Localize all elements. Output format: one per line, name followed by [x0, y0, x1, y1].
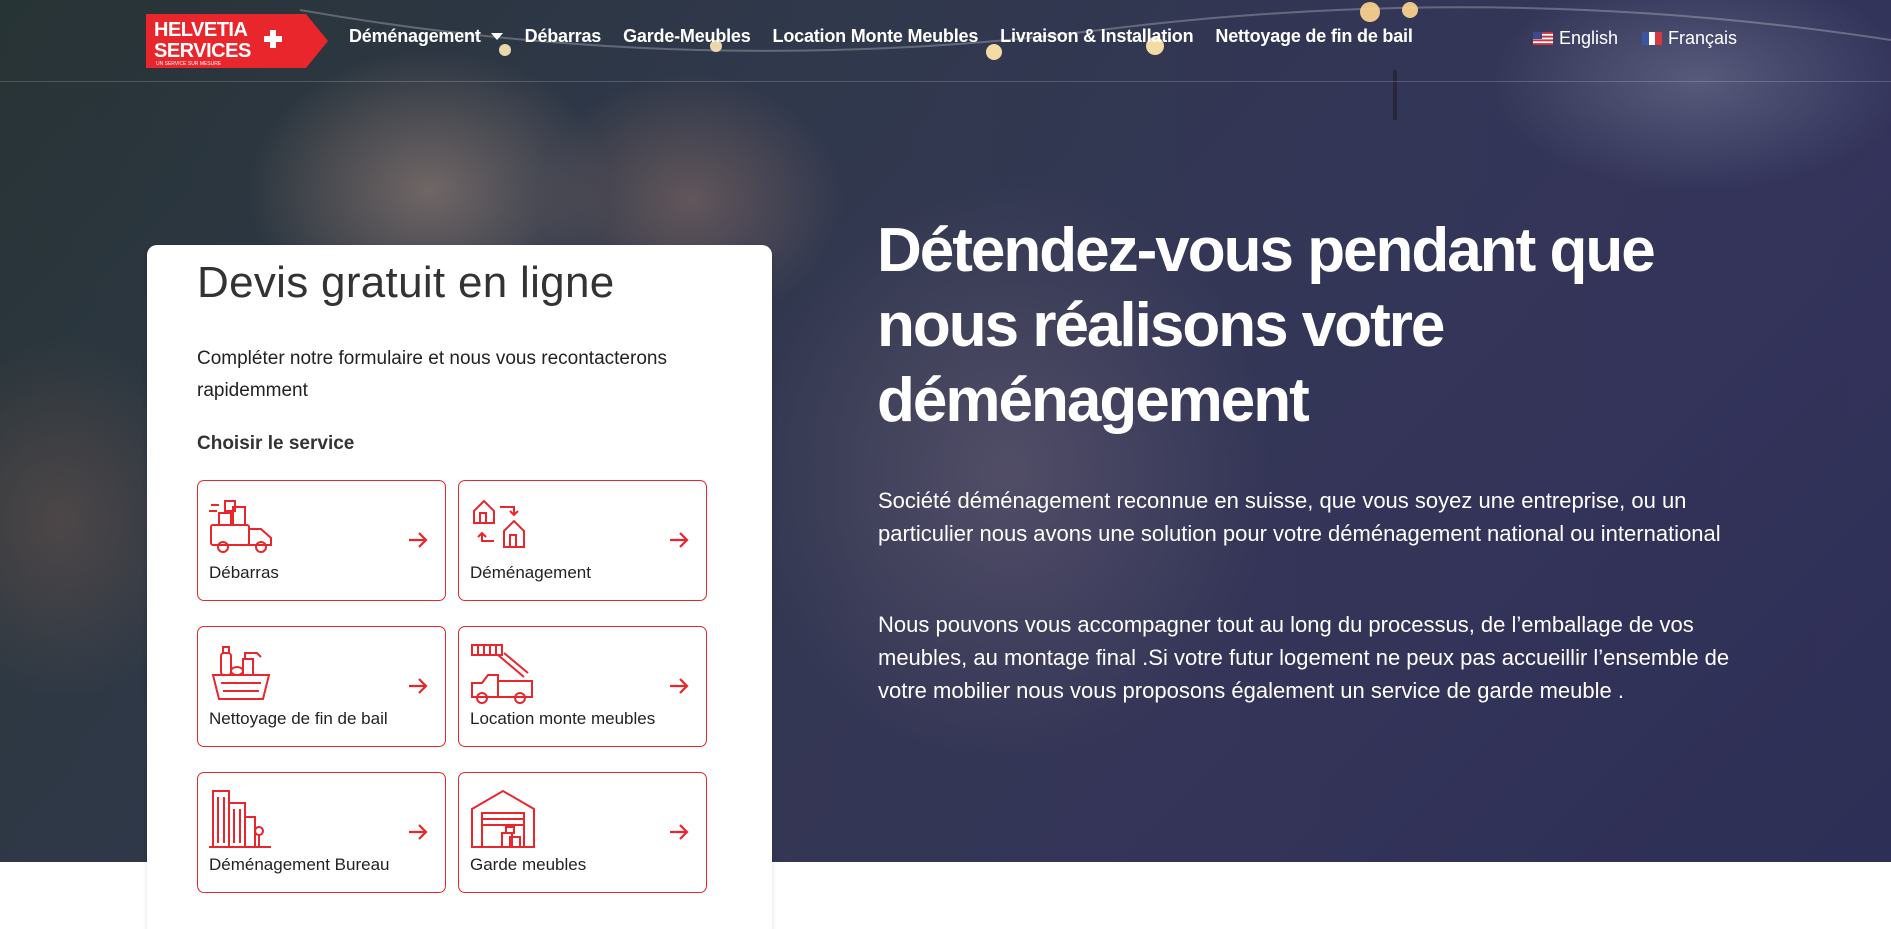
- nav-item-debarras[interactable]: Débarras: [524, 26, 602, 47]
- nav-item-label: Location Monte Meubles: [772, 26, 979, 46]
- nav-item-demenagement[interactable]: Déménagement: [349, 26, 503, 47]
- arrow-right-icon: [670, 532, 689, 549]
- fr-flag-icon: [1642, 32, 1662, 45]
- nav-item-label: Débarras: [524, 26, 602, 46]
- form-title: Devis gratuit en ligne: [197, 258, 615, 307]
- service-option-garde-meubles[interactable]: Garde meubles: [458, 772, 707, 894]
- service-options-grid: Débarras Déménagement Nettoyage de fin d…: [197, 480, 722, 894]
- service-label: Déménagement: [470, 563, 591, 583]
- service-label: Débarras: [209, 563, 279, 583]
- arrow-right-icon: [670, 824, 689, 841]
- logo-tagline: UN SERVICE SUR MESURE: [156, 61, 222, 67]
- hero-headline: Détendez-vous pendant que nous réalisons…: [877, 216, 1656, 435]
- service-option-demenagement-bureau[interactable]: Déménagement Bureau: [197, 772, 446, 894]
- cleaning-basket-icon: [211, 646, 271, 701]
- quote-form-card: Devis gratuit en ligne Compléter notre f…: [147, 245, 772, 929]
- truck-boxes-icon: [209, 500, 272, 554]
- logo-line2: SERVICES: [154, 40, 251, 62]
- arrow-right-icon: [409, 824, 428, 841]
- choose-service-label: Choisir le service: [197, 433, 355, 455]
- nav-item-label: Déménagement: [349, 26, 481, 46]
- nav-item-location-monte-meubles[interactable]: Location Monte Meubles: [773, 26, 979, 47]
- hero-paragraph-2: Nous pouvons vous accompagner tout au lo…: [878, 612, 1730, 703]
- chevron-down-icon: [490, 33, 503, 40]
- arrow-right-icon: [409, 532, 428, 549]
- arrow-right-icon: [670, 678, 689, 695]
- service-option-debarras[interactable]: Débarras: [197, 480, 446, 602]
- helvetia-services-logo[interactable]: HELVETIA SERVICES UN SERVICE SUR MESURE: [146, 12, 328, 70]
- nav-item-label: Nettoyage de fin de bail: [1215, 26, 1413, 46]
- service-option-demenagement[interactable]: Déménagement: [458, 480, 707, 602]
- house-swap-icon: [473, 499, 525, 549]
- language-french-link[interactable]: Français: [1642, 28, 1737, 49]
- language-english-link[interactable]: English: [1533, 28, 1618, 49]
- nav-item-label: Livraison & Installation: [1000, 26, 1194, 46]
- top-navigation: HELVETIA SERVICES UN SERVICE SUR MESURE …: [0, 0, 1891, 82]
- hero-paragraph-1: Société déménagement reconnue en suisse,…: [878, 488, 1721, 546]
- language-label: English: [1559, 28, 1619, 48]
- service-option-location-monte-meubles[interactable]: Location monte meubles: [458, 626, 707, 748]
- service-label: Nettoyage de fin de bail: [209, 709, 388, 729]
- form-description: Compléter notre formulaire et nous vous …: [197, 348, 667, 402]
- service-label: Location monte meubles: [470, 709, 656, 729]
- nav-item-livraison-installation[interactable]: Livraison & Installation: [1000, 26, 1193, 47]
- main-menu: Déménagement Débarras Garde-Meubles Loca…: [349, 26, 1435, 47]
- arrow-right-icon: [409, 678, 428, 695]
- nav-item-label: Garde-Meubles: [623, 26, 751, 46]
- service-label: Garde meubles: [470, 855, 587, 875]
- storage-garage-icon: [471, 790, 535, 849]
- us-flag-icon: [1533, 32, 1553, 45]
- nav-item-nettoyage[interactable]: Nettoyage de fin de bail: [1215, 26, 1412, 47]
- logo-line1: HELVETIA: [154, 19, 247, 41]
- ladder-truck-icon: [471, 644, 533, 705]
- service-option-nettoyage[interactable]: Nettoyage de fin de bail: [197, 626, 446, 748]
- office-building-icon: [209, 790, 271, 849]
- service-label: Déménagement Bureau: [209, 855, 390, 875]
- nav-item-garde-meubles[interactable]: Garde-Meubles: [623, 26, 751, 47]
- language-label: Français: [1668, 28, 1738, 48]
